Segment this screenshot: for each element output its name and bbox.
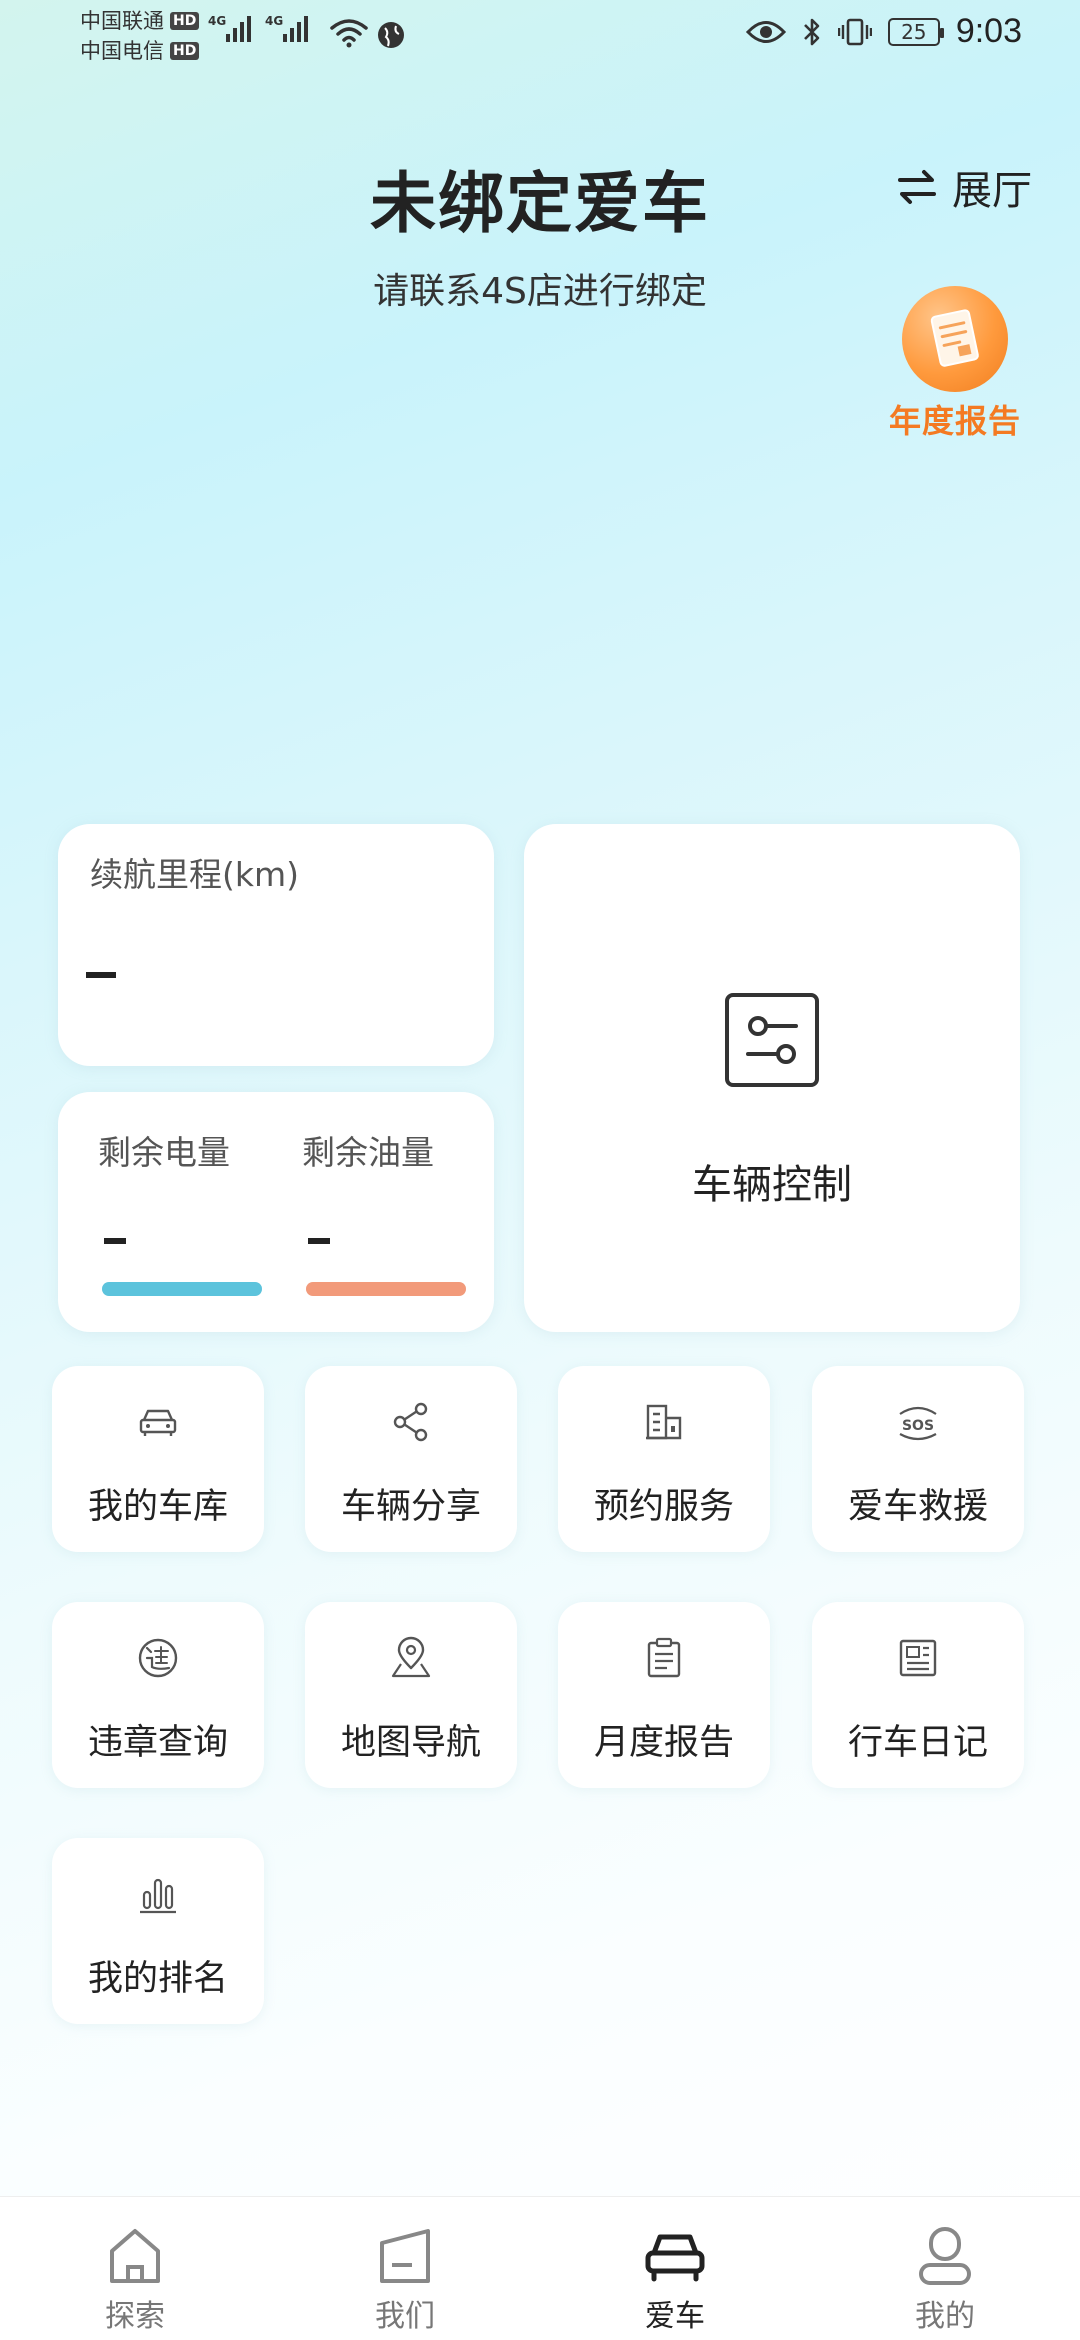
network-type: 4G <box>265 14 284 28</box>
tile-monthly-report[interactable]: 月度报告 <box>558 1602 770 1788</box>
flag-icon <box>380 2229 430 2283</box>
showroom-switch-button[interactable]: 展厅 <box>896 158 1032 216</box>
person-icon <box>919 2227 971 2285</box>
tile-my-ranking[interactable]: 我的排名 <box>52 1838 264 2024</box>
signal-strength-icon: 4G <box>265 14 308 42</box>
fuel-bar-fill <box>306 1282 466 1296</box>
nav-label: 我们 <box>375 2299 435 2334</box>
energy-card: 剩余电量 - 剩余油量 - <box>58 1092 494 1332</box>
carrier-1: 中国联通 <box>80 9 164 33</box>
bluetooth-icon <box>803 18 820 45</box>
tile-violation-query[interactable]: 违章查询 <box>52 1602 264 1788</box>
wifi-icon <box>330 19 368 48</box>
tile-map-navigation[interactable]: 地图导航 <box>305 1602 517 1788</box>
tile-label: 爱车救援 <box>847 1487 988 1527</box>
bottom-nav: 探索 我们 爱车 我的 <box>0 2196 1080 2340</box>
annual-report-label: 年度报告 <box>888 402 1021 440</box>
signal-indicators: 4G 4G <box>208 14 308 42</box>
nav-profile[interactable]: 我的 <box>810 2197 1080 2340</box>
nav-my-car[interactable]: 爱车 <box>540 2197 810 2340</box>
tile-appointment-service[interactable]: 预约服务 <box>558 1366 770 1552</box>
clock: 9:03 <box>955 12 1022 50</box>
battery-value: - <box>104 1238 126 1244</box>
nav-label: 我的 <box>915 2299 975 2334</box>
globe-icon <box>378 22 404 48</box>
battery-level: 25 <box>901 19 927 44</box>
violation-icon <box>138 1638 178 1678</box>
tile-label: 我的车库 <box>87 1487 228 1527</box>
tile-label: 预约服务 <box>593 1487 734 1527</box>
car-icon <box>139 1409 177 1436</box>
share-icon <box>393 1402 428 1442</box>
newspaper-icon <box>899 1639 937 1677</box>
tile-label: 车辆分享 <box>340 1487 481 1527</box>
hd-badge: HD <box>170 42 200 60</box>
tile-label: 地图导航 <box>340 1723 481 1763</box>
vehicle-control-label: 车辆控制 <box>692 1162 852 1208</box>
tile-label: 违章查询 <box>87 1723 228 1763</box>
nav-explore[interactable]: 探索 <box>0 2197 270 2340</box>
fuel-label: 剩余油量 <box>302 1133 434 1172</box>
building-icon <box>646 1404 682 1440</box>
svg-text:SOS: SOS <box>902 1418 934 1434</box>
network-type: 4G <box>208 14 227 28</box>
nav-about-us[interactable]: 我们 <box>270 2197 540 2340</box>
tile-my-garage[interactable]: 我的车库 <box>52 1366 264 1552</box>
status-bar: 中国联通 HD 中国电信 HD 4G 4G 25 9:03 <box>0 0 1080 72</box>
clipboard-icon <box>647 1637 681 1678</box>
battery-bar <box>102 1282 262 1296</box>
fuel-value: - <box>308 1238 330 1244</box>
tile-label: 我的排名 <box>87 1959 228 1999</box>
eye-icon <box>745 20 786 43</box>
swap-icon <box>898 170 936 204</box>
fuel-bar <box>306 1282 466 1296</box>
carrier-info: 中国联通 HD 中国电信 HD <box>80 6 200 66</box>
battery-indicator: 25 <box>887 17 944 46</box>
signal-strength-icon: 4G <box>208 14 251 42</box>
map-pin-icon <box>391 1636 431 1678</box>
carrier-2: 中国电信 <box>80 39 164 63</box>
car-icon <box>645 2234 705 2282</box>
tile-label: 月度报告 <box>593 1723 734 1763</box>
tile-driving-diary[interactable]: 行车日记 <box>812 1602 1024 1788</box>
tile-vehicle-share[interactable]: 车辆分享 <box>305 1366 517 1552</box>
sos-icon: SOS <box>899 1406 937 1441</box>
tile-label: 行车日记 <box>847 1723 988 1763</box>
tile-car-rescue[interactable]: SOS 爱车救援 <box>812 1366 1024 1552</box>
annual-report-badge <box>902 286 1008 392</box>
nav-label: 爱车 <box>645 2299 705 2334</box>
annual-report-button[interactable]: 年度报告 <box>880 286 1030 442</box>
range-card: 续航里程(km) - <box>58 824 494 1066</box>
range-label: 续航里程(km) <box>90 855 300 894</box>
range-value: - <box>86 972 116 978</box>
bar-chart-icon <box>140 1878 176 1914</box>
showroom-label: 展厅 <box>952 168 1032 214</box>
sliders-icon <box>725 993 819 1087</box>
vehicle-control-button[interactable]: 车辆控制 <box>524 824 1020 1332</box>
battery-label: 剩余电量 <box>98 1133 230 1172</box>
home-icon <box>110 2229 160 2283</box>
nav-label: 探索 <box>105 2299 165 2334</box>
status-right: 25 9:03 <box>745 12 1022 51</box>
vibrate-icon <box>837 18 872 45</box>
document-icon <box>930 309 979 367</box>
battery-bar-fill <box>102 1282 262 1296</box>
hd-badge: HD <box>170 12 200 30</box>
